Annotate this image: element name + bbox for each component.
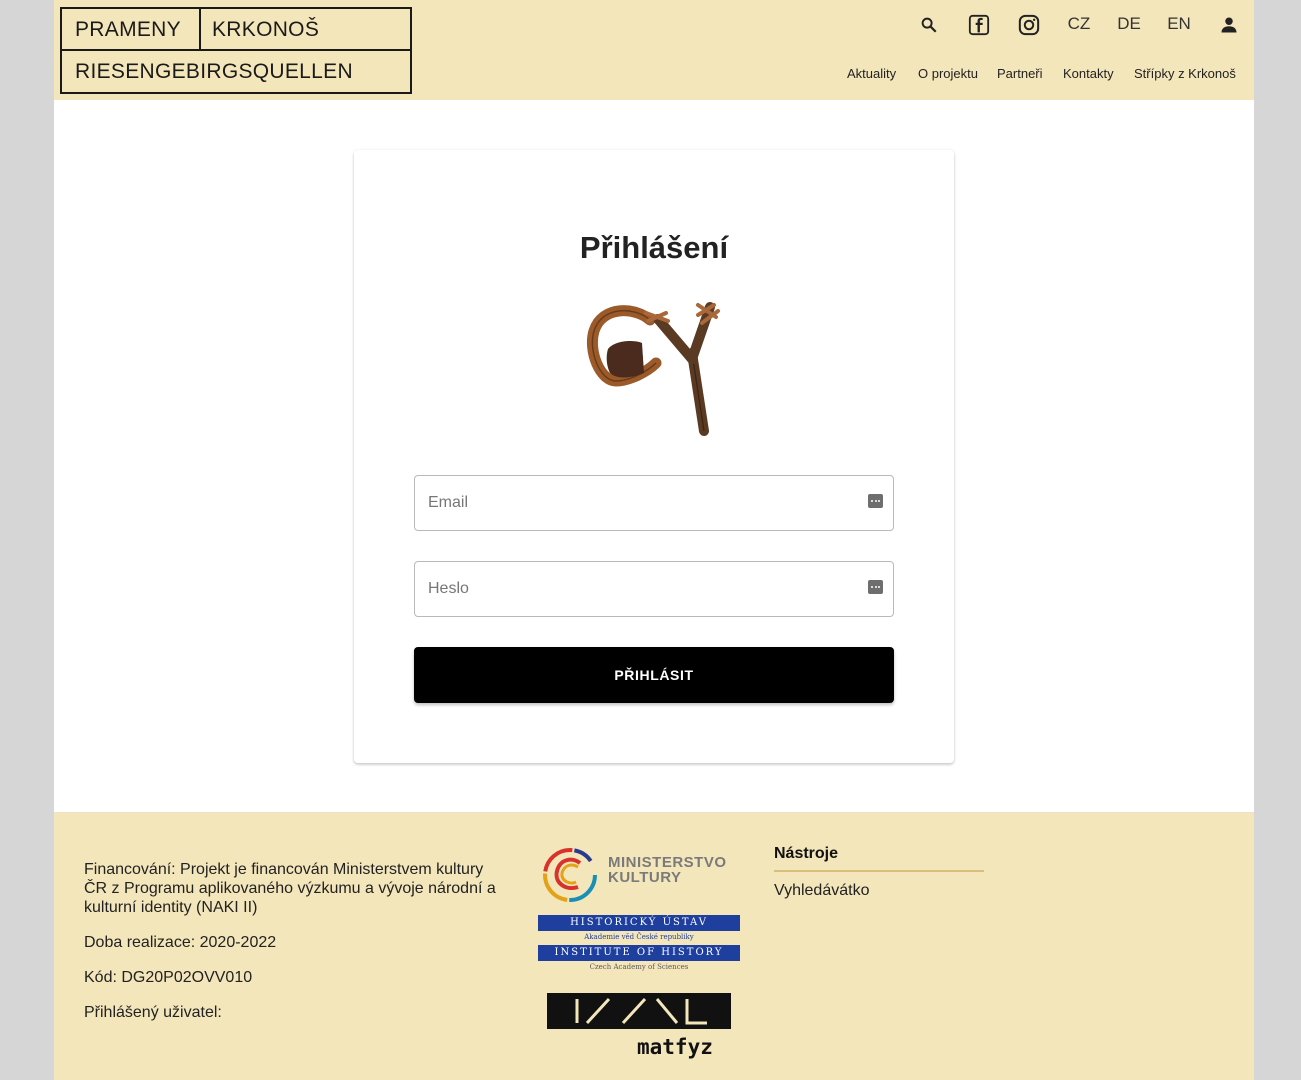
institute-of-history-logo[interactable]: HISTORICKÝ ÚSTAV Akademie věd České repu… bbox=[538, 915, 740, 973]
site-header: PRAMENY KRKONOŠ RIESENGEBIRGSQUELLEN CZ … bbox=[54, 0, 1254, 100]
history-logo-sub1: Akademie věd České republiky bbox=[584, 933, 694, 941]
tools-divider bbox=[774, 870, 984, 872]
email-field[interactable] bbox=[414, 475, 894, 531]
login-title: Přihlášení bbox=[579, 230, 729, 265]
language-en[interactable]: EN bbox=[1164, 14, 1194, 34]
autofill-key-icon[interactable] bbox=[868, 580, 883, 594]
slingshot-icon bbox=[587, 302, 720, 436]
ministry-logo-line2: KULTURY bbox=[608, 869, 682, 886]
page: PRAMENY KRKONOŠ RIESENGEBIRGSQUELLEN CZ … bbox=[54, 0, 1254, 1080]
funding-text: Financování: Projekt je financován Minis… bbox=[84, 861, 496, 916]
nav-stripky-z-krkonos[interactable]: Střípky z Krkonoš bbox=[1134, 66, 1236, 81]
logo-text-krkonos: KRKONOŠ bbox=[212, 18, 320, 41]
language-cz[interactable]: CZ bbox=[1064, 14, 1094, 34]
logged-user-label: Přihlášený uživatel: bbox=[84, 1004, 222, 1021]
password-input[interactable] bbox=[428, 562, 848, 616]
login-submit-button[interactable]: PŘIHLÁSIT bbox=[414, 647, 894, 703]
facebook-icon[interactable] bbox=[964, 10, 994, 40]
logo-text-riesengebirgsquellen: RIESENGEBIRGSQUELLEN bbox=[75, 60, 353, 83]
user-icon[interactable] bbox=[1214, 10, 1244, 40]
funding-info: Financování: Projekt je financován Minis… bbox=[84, 860, 504, 1038]
login-card: Přihlášení PŘIHLÁSIT bbox=[354, 150, 954, 763]
project-period: Doba realizace: 2020-2022 bbox=[84, 934, 277, 951]
matfyz-logo-text: matfyz bbox=[637, 1035, 713, 1059]
logo-text-prameny: PRAMENY bbox=[75, 18, 181, 41]
matfyz-logo[interactable]: matfyz bbox=[547, 993, 731, 1059]
nav-aktuality[interactable]: Aktuality bbox=[847, 66, 896, 81]
instagram-icon[interactable] bbox=[1014, 10, 1044, 40]
password-field[interactable] bbox=[414, 561, 894, 617]
language-de[interactable]: DE bbox=[1114, 14, 1144, 34]
site-footer: Financování: Projekt je financován Minis… bbox=[54, 812, 1254, 1080]
email-input[interactable] bbox=[428, 476, 848, 530]
autofill-key-icon[interactable] bbox=[868, 494, 883, 508]
project-code: Kód: DG20P02OVV010 bbox=[84, 969, 253, 986]
history-logo-sub2: Czech Academy of Sciences bbox=[589, 963, 689, 971]
nav-kontakty[interactable]: Kontakty bbox=[1063, 66, 1114, 81]
search-icon[interactable] bbox=[914, 10, 944, 40]
tools-link-search[interactable]: Vyhledávátko bbox=[774, 882, 869, 900]
history-logo-line2: INSTITUTE OF HISTORY bbox=[538, 945, 740, 961]
history-logo-line1: HISTORICKÝ ÚSTAV bbox=[538, 915, 740, 931]
site-logo[interactable]: PRAMENY KRKONOŠ RIESENGEBIRGSQUELLEN bbox=[60, 7, 412, 94]
tools-heading: Nástroje bbox=[774, 845, 839, 862]
nav-partneri[interactable]: Partneři bbox=[997, 66, 1043, 81]
ministry-of-culture-logo[interactable]: MINISTERSTVO KULTURY bbox=[540, 845, 730, 905]
ministry-logo-line1: MINISTERSTVO bbox=[608, 854, 727, 871]
nav-o-projektu[interactable]: O projektu bbox=[918, 66, 978, 81]
